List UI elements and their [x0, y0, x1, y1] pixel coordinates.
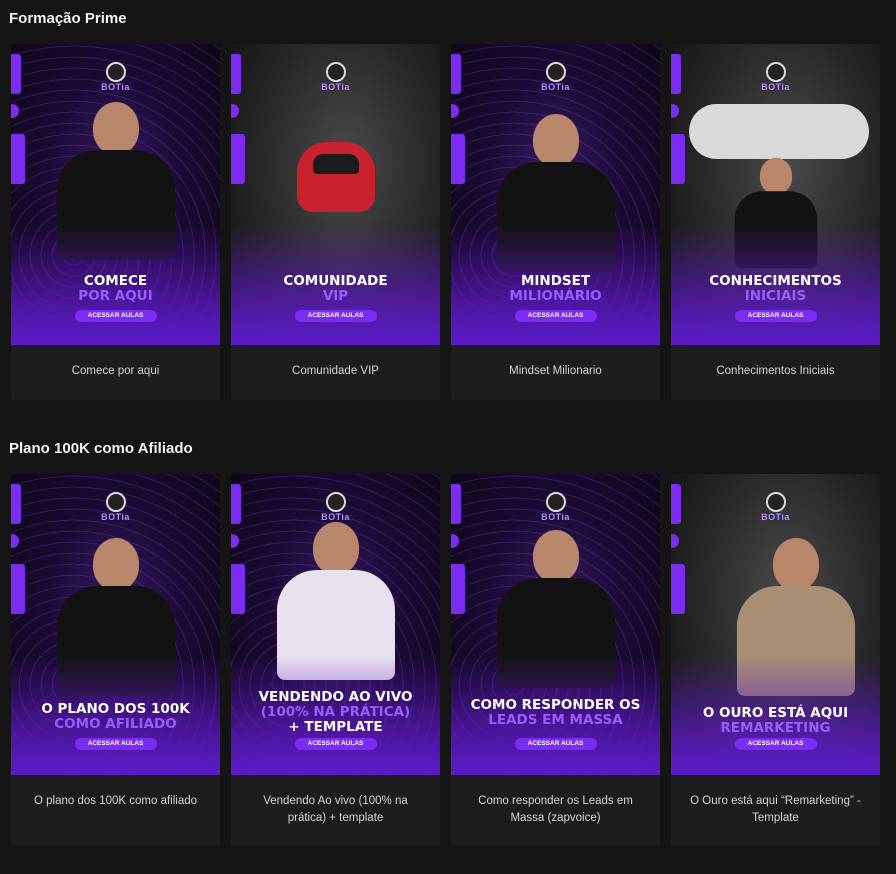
course-card-o-ouro-esta-aqui[interactable]: BOTia O OURO ESTÁ AQUI REMARKETING ACESSA…	[671, 474, 880, 846]
thumbnail-heading: COMUNIDADE VIP	[283, 273, 388, 304]
brand-logo: BOTia	[314, 62, 358, 92]
course-row-formacao-prime: BOTia COMECE POR AQUI ACESSAR AULAS Comec…	[11, 44, 891, 444]
course-thumbnail[interactable]: BOTia O PLANO DOS 100K COMO AFILIADO ACES…	[11, 474, 220, 775]
brand-logo: BOTia	[314, 492, 358, 522]
course-thumbnail[interactable]: BOTia O OURO ESTÁ AQUI REMARKETING ACESSA…	[671, 474, 880, 775]
course-thumbnail[interactable]: BOTia MINDSET MILIONÁRIO ACESSAR AULAS	[451, 44, 660, 345]
course-thumbnail[interactable]: BOTia VENDENDO AO VIVO (100% NA PRÁTICA) +…	[231, 474, 440, 775]
brand-logo: BOTia	[754, 62, 798, 92]
thumbnail-heading: MINDSET MILIONÁRIO	[509, 273, 602, 304]
access-lessons-button[interactable]: ACESSAR AULAS	[514, 738, 597, 750]
course-card-o-plano-dos-100k[interactable]: BOTia O PLANO DOS 100K COMO AFILIADO ACES…	[11, 474, 220, 846]
brand-logo: BOTia	[94, 492, 138, 522]
car-photo	[297, 142, 375, 212]
section-title-formacao-prime: Formação Prime	[9, 10, 127, 27]
access-lessons-button[interactable]: ACESSAR AULAS	[294, 310, 377, 322]
course-thumbnail[interactable]: BOTia COMO RESPONDER OS LEADS EM MASSA AC…	[451, 474, 660, 775]
thumbnail-heading: CONHECIMENTOS INICIAIS	[709, 273, 842, 304]
course-caption: Comece por aqui	[71, 365, 160, 377]
access-lessons-button[interactable]: ACESSAR AULAS	[74, 738, 157, 750]
course-caption: Comunidade VIP	[292, 365, 379, 377]
access-lessons-button[interactable]: ACESSAR AULAS	[734, 738, 817, 750]
section-title-plano-100k: Plano 100K como Afiliado	[9, 440, 193, 457]
course-card-comece-por-aqui[interactable]: BOTia COMECE POR AQUI ACESSAR AULAS Comec…	[11, 44, 220, 400]
course-card-mindset-milionario[interactable]: BOTia MINDSET MILIONÁRIO ACESSAR AULAS Mi…	[451, 44, 660, 400]
course-caption: Vendendo Ao vivo (100% na prática) + tem…	[263, 795, 408, 824]
thumbnail-heading: O PLANO DOS 100K COMO AFILIADO	[41, 701, 190, 732]
course-caption: Mindset Milionario	[509, 365, 602, 377]
course-thumbnail[interactable]: BOTia COMUNIDADE VIP ACESSAR AULAS	[231, 44, 440, 345]
course-caption: O Ouro está aqui “Remarketing” - Templat…	[690, 795, 861, 824]
brand-logo: BOTia	[534, 492, 578, 522]
course-caption: O plano dos 100K como afiliado	[33, 795, 198, 807]
course-caption: Conhecimentos Iniciais	[716, 365, 835, 377]
course-card-comunidade-vip[interactable]: BOTia COMUNIDADE VIP ACESSAR AULAS Comuni…	[231, 44, 440, 400]
access-lessons-button[interactable]: ACESSAR AULAS	[74, 310, 157, 322]
course-row-plano-100k: BOTia O PLANO DOS 100K COMO AFILIADO ACES…	[11, 474, 891, 874]
access-lessons-button[interactable]: ACESSAR AULAS	[294, 738, 377, 750]
jet-photo	[689, 104, 869, 159]
course-thumbnail[interactable]: BOTia CONHECIMENTOS INICIAIS ACESSAR AULA…	[671, 44, 880, 345]
thumbnail-heading: O OURO ESTÁ AQUI REMARKETING	[702, 705, 849, 736]
access-lessons-button[interactable]: ACESSAR AULAS	[514, 310, 597, 322]
course-card-conhecimentos-iniciais[interactable]: BOTia CONHECIMENTOS INICIAIS ACESSAR AULA…	[671, 44, 880, 400]
course-card-como-responder-leads[interactable]: BOTia COMO RESPONDER OS LEADS EM MASSA AC…	[451, 474, 660, 846]
brand-logo: BOTia	[94, 62, 138, 92]
brand-logo: BOTia	[534, 62, 578, 92]
thumbnail-heading: COMECE POR AQUI	[78, 273, 153, 304]
course-thumbnail[interactable]: BOTia COMECE POR AQUI ACESSAR AULAS	[11, 44, 220, 345]
course-card-vendendo-ao-vivo[interactable]: BOTia VENDENDO AO VIVO (100% NA PRÁTICA) +…	[231, 474, 440, 846]
brand-logo: BOTia	[754, 492, 798, 522]
thumbnail-heading: COMO RESPONDER OS LEADS EM MASSA	[470, 697, 641, 728]
thumbnail-heading: VENDENDO AO VIVO (100% NA PRÁTICA) + TEMPL…	[258, 689, 413, 735]
course-caption: Como responder os Leads em Massa (zapvoi…	[478, 795, 633, 824]
access-lessons-button[interactable]: ACESSAR AULAS	[734, 310, 817, 322]
